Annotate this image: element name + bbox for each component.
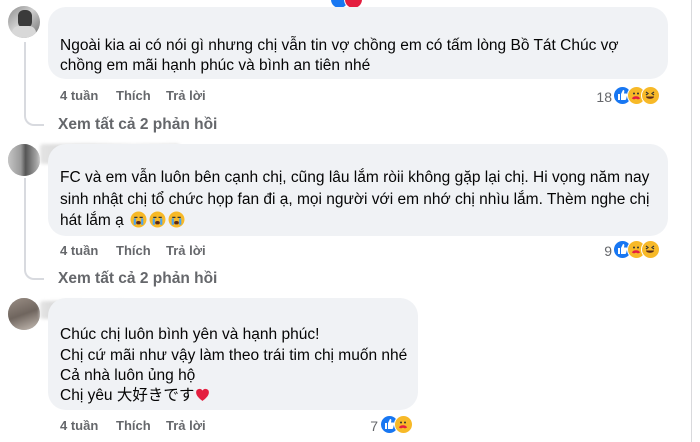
haha-icon <box>641 240 660 259</box>
comment-text-last: Chị yêu 大好きです <box>60 386 211 406</box>
comment-text: Cả nhà luôn ủng hộ <box>60 367 196 384</box>
reaction-count[interactable]: 18 <box>582 89 612 105</box>
reply-button[interactable]: Trả lời <box>166 88 206 103</box>
reply-connector <box>24 106 44 126</box>
reaction-count[interactable]: 7 <box>348 418 378 434</box>
crying-face-emoji <box>168 211 185 228</box>
reaction-icons[interactable] <box>613 240 669 260</box>
reply-button[interactable]: Trả lời <box>166 418 206 433</box>
thread-line <box>24 178 26 262</box>
comment-text: Ngoài kia ai có nói gì nhưng chị vẫn tin… <box>60 37 619 54</box>
comment-time[interactable]: 4 tuần <box>60 418 98 433</box>
like-button[interactable]: Thích <box>116 243 151 258</box>
crying-face-emoji <box>130 211 147 228</box>
view-replies-link[interactable]: Xem tất cả 2 phản hồi <box>58 116 217 134</box>
care-icon <box>394 415 413 434</box>
comment-text: Chị yêu 大好きです <box>60 387 195 404</box>
avatar[interactable] <box>8 298 40 330</box>
comment-text-last: hát lắm ạ <box>60 211 185 231</box>
comment-text: hát lắm ạ <box>60 212 124 229</box>
reaction-count[interactable]: 9 <box>582 243 612 259</box>
avatar[interactable] <box>8 144 40 176</box>
like-button[interactable]: Thích <box>116 418 151 433</box>
reaction-icons[interactable] <box>380 415 420 435</box>
red-heart-emoji <box>196 388 210 401</box>
scroll-edge <box>691 0 692 442</box>
view-replies-link[interactable]: Xem tất cả 2 phản hồi <box>58 270 217 288</box>
reply-button[interactable]: Trả lời <box>166 243 206 258</box>
thread-line <box>24 42 26 108</box>
reaction-icons[interactable] <box>613 86 669 106</box>
comment-time[interactable]: 4 tuần <box>60 243 98 258</box>
avatar[interactable] <box>8 6 40 38</box>
comment-text: chồng em mãi hạnh phúc và bình an tiên n… <box>60 57 371 74</box>
reply-connector <box>24 260 44 280</box>
comment-text: Chị cứ mãi như vậy làm theo trái tim chị… <box>60 347 408 364</box>
haha-icon <box>641 86 660 105</box>
comment-text: sinh nhật chị tổ chức họp fan đi ạ, mọi … <box>60 191 650 208</box>
crying-face-emoji <box>149 211 166 228</box>
comment-text: FC và em vẫn luôn bên cạnh chị, cũng lâu… <box>60 169 650 186</box>
comment-text: Chúc chị luôn bình yên và hạnh phúc! <box>60 326 320 343</box>
comment-time[interactable]: 4 tuần <box>60 88 98 103</box>
like-button[interactable]: Thích <box>116 88 151 103</box>
